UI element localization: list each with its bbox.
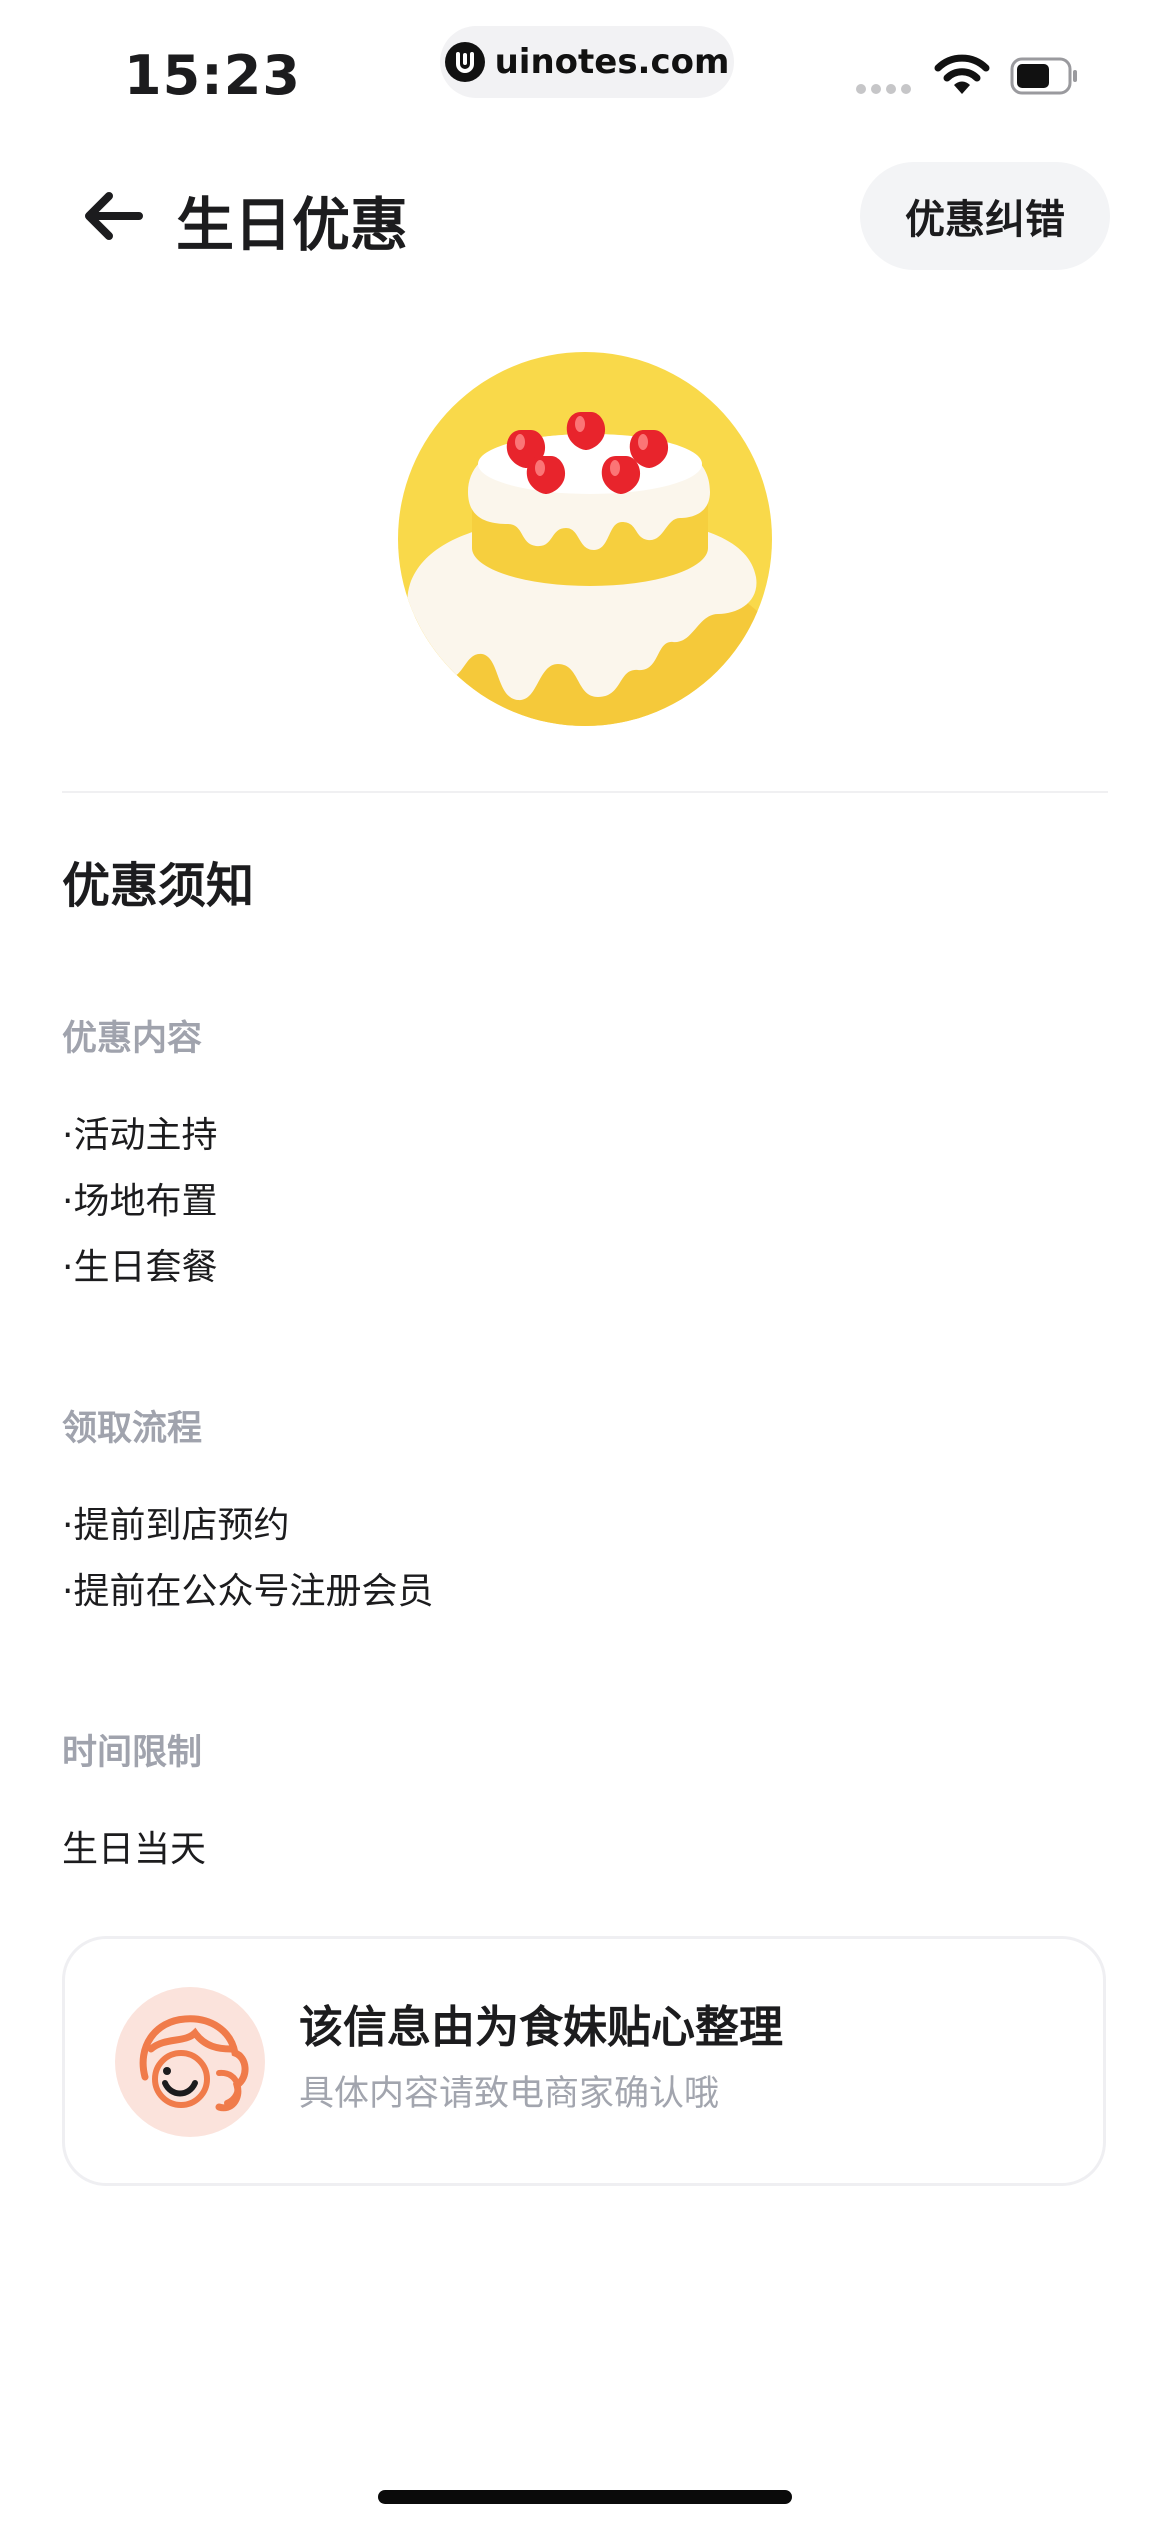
offer-correction-button[interactable]: 优惠纠错 [860,162,1110,270]
back-button[interactable] [76,180,148,252]
group-label-claim-process: 领取流程 [62,1409,203,1449]
list-item: ·提前在公众号注册会员 [62,1571,434,1612]
card-title: 该信息由为食妹贴心整理 [299,2002,783,2053]
list-item: 生日当天 [62,1829,207,1870]
info-source-card: 该信息由为食妹贴心整理 具体内容请致电商家确认哦 [62,1936,1106,2186]
list-item: ·活动主持 [62,1115,218,1156]
cellular-signal-icon [856,84,911,94]
group-label-offer-content: 优惠内容 [62,1019,203,1059]
notice-title: 优惠须知 [62,858,255,914]
wifi-icon [934,54,990,94]
section-divider [62,791,1108,793]
mascot-girl-icon [139,2015,249,2112]
card-subtitle: 具体内容请致电商家确认哦 [299,2074,720,2114]
avatar [115,1987,265,2137]
battery-icon [1010,57,1077,95]
url-pill[interactable]: uinotes.com [440,26,734,98]
url-text: uinotes.com [494,42,730,82]
status-time: 15:23 [124,44,301,107]
list-item: ·场地布置 [62,1181,218,1222]
group-label-time-limit: 时间限制 [62,1733,203,1773]
birthday-cake-icon [398,352,772,726]
list-item: ·生日套餐 [62,1247,218,1288]
birthday-offer-page: 15:23 uinotes.com 生日优惠 优惠纠错 优惠须知 优惠内容 ·活… [0,0,1170,2532]
home-indicator[interactable] [378,2490,792,2504]
page-title: 生日优惠 [176,191,409,259]
arrow-left-icon [85,192,143,240]
list-item: ·提前到店预约 [62,1505,290,1546]
uinotes-logo-icon [444,42,485,82]
